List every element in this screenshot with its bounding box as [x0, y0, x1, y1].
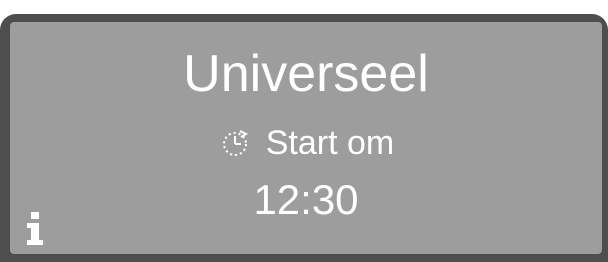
- info-icon[interactable]: [24, 212, 46, 246]
- clock-icon: [218, 127, 258, 159]
- program-name: Universeel: [183, 45, 429, 103]
- display-screen: Universeel Start om 12:30: [10, 22, 602, 254]
- delay-start-row: Start om: [10, 123, 602, 163]
- delay-start-time: 12:30: [253, 176, 359, 223]
- delay-start-label: Start om: [265, 124, 395, 162]
